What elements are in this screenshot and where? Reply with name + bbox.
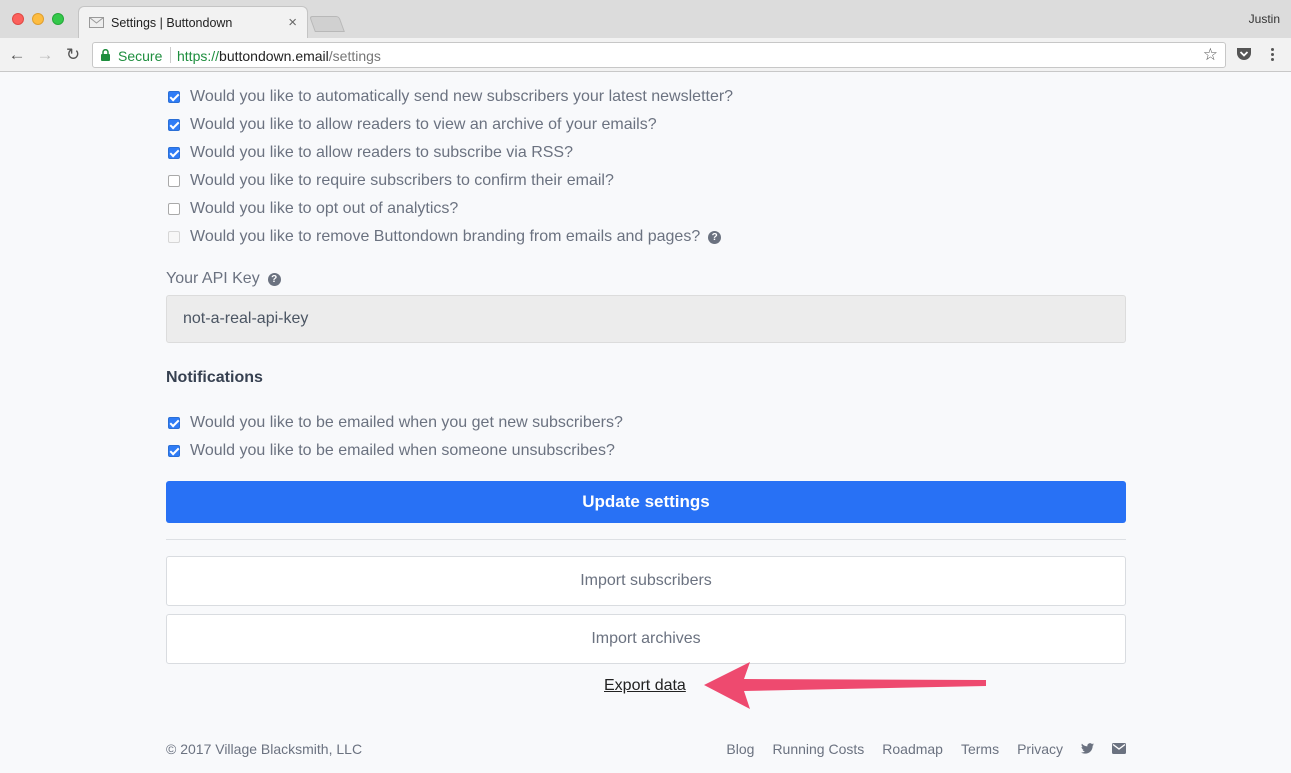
back-arrow-icon[interactable]: ←	[6, 44, 28, 66]
browser-tab-bar: Settings | Buttondown × Justin	[0, 0, 1291, 38]
notification-unsubscribes[interactable]: Would you like to be emailed when someon…	[166, 440, 615, 462]
url-text[interactable]: https://buttondown.email/settings	[177, 48, 381, 64]
footer-link-roadmap[interactable]: Roadmap	[882, 741, 943, 757]
footer-link-terms[interactable]: Terms	[961, 741, 999, 757]
mail-favicon-icon	[89, 17, 104, 28]
setting-label: Would you like to require subscribers to…	[190, 172, 614, 189]
footer-link-blog[interactable]: Blog	[726, 741, 754, 757]
setting-label: Would you like to allow readers to subsc…	[190, 144, 573, 161]
close-window-button[interactable]	[12, 13, 24, 25]
checkbox-new-subscribers[interactable]	[168, 417, 180, 429]
close-icon[interactable]: ×	[288, 14, 297, 31]
url-scheme: https://	[177, 48, 220, 64]
setting-opt-out-analytics[interactable]: Would you like to opt out of analytics?	[166, 198, 458, 220]
help-icon[interactable]: ?	[267, 273, 281, 286]
pocket-icon[interactable]	[1236, 47, 1252, 62]
checkbox-confirm-email[interactable]	[168, 175, 180, 187]
browser-tab[interactable]: Settings | Buttondown ×	[78, 6, 308, 38]
setting-label: Would you like to automatically send new…	[190, 88, 734, 105]
checkbox-rss[interactable]	[168, 147, 180, 159]
footer-links: Blog Running Costs Roadmap Terms Privacy	[708, 739, 1126, 759]
setting-auto-send-latest[interactable]: Would you like to automatically send new…	[166, 86, 733, 108]
import-archives-button[interactable]: Import archives	[166, 614, 1126, 664]
forward-arrow-icon[interactable]: →	[34, 44, 56, 66]
notification-label: Would you like to be emailed when someon…	[190, 442, 615, 459]
checkbox-archive-view[interactable]	[168, 119, 180, 131]
setting-rss[interactable]: Would you like to allow readers to subsc…	[166, 142, 573, 164]
notification-label: Would you like to be emailed when you ge…	[190, 414, 623, 431]
checkbox-unsubscribes[interactable]	[168, 445, 180, 457]
annotation-arrow	[704, 662, 986, 709]
address-bar[interactable]: Secure https://buttondown.email/settings…	[92, 42, 1226, 68]
browser-toolbar: ← → ↻ Secure https://buttondown.email/se…	[0, 38, 1291, 72]
divider	[166, 539, 1126, 540]
setting-label: Would you like to remove Buttondown bran…	[190, 228, 701, 245]
footer-link-privacy[interactable]: Privacy	[1017, 741, 1063, 757]
lock-icon	[101, 49, 110, 61]
import-subscribers-button[interactable]: Import subscribers	[166, 556, 1126, 606]
footer: © 2017 Village Blacksmith, LLC Blog Runn…	[166, 739, 1126, 759]
setting-label: Would you like to allow readers to view …	[190, 116, 657, 133]
api-key-label-text: Your API Key	[166, 270, 260, 287]
notification-new-subscribers[interactable]: Would you like to be emailed when you ge…	[166, 412, 623, 434]
copyright: © 2017 Village Blacksmith, LLC	[166, 741, 363, 757]
setting-label: Would you like to opt out of analytics?	[190, 200, 459, 217]
url-host: buttondown.email	[219, 48, 329, 64]
checkbox-opt-out-analytics[interactable]	[168, 203, 180, 215]
setting-archive-view[interactable]: Would you like to allow readers to view …	[166, 114, 657, 136]
api-key-field[interactable]: not-a-real-api-key	[166, 295, 1126, 343]
address-separator	[170, 47, 171, 63]
reload-icon[interactable]: ↻	[62, 44, 84, 66]
tab-title: Settings | Buttondown	[111, 16, 233, 30]
profile-name[interactable]: Justin	[1249, 12, 1280, 26]
update-settings-button[interactable]: Update settings	[166, 481, 1126, 523]
help-icon[interactable]: ?	[708, 230, 722, 244]
url-path: /settings	[328, 48, 381, 64]
footer-link-running-costs[interactable]: Running Costs	[772, 741, 864, 757]
setting-confirm-email[interactable]: Would you like to require subscribers to…	[166, 170, 614, 192]
twitter-icon[interactable]	[1081, 741, 1094, 757]
zoom-window-button[interactable]	[52, 13, 64, 25]
star-icon[interactable]: ☆	[1203, 45, 1218, 65]
new-tab-button[interactable]	[309, 16, 345, 32]
minimize-window-button[interactable]	[32, 13, 44, 25]
annotation-arrow-shape	[704, 662, 986, 709]
secure-label: Secure	[118, 48, 163, 64]
email-icon[interactable]	[1112, 741, 1126, 757]
api-key-label: Your API Key?	[166, 270, 281, 288]
more-vert-icon[interactable]	[1266, 46, 1278, 64]
checkbox-auto-send-latest[interactable]	[168, 91, 180, 103]
checkbox-remove-branding	[168, 231, 180, 243]
export-data-link[interactable]: Export data	[604, 677, 686, 695]
notifications-heading: Notifications	[166, 369, 263, 386]
setting-remove-branding: Would you like to remove Buttondown bran…	[166, 226, 722, 248]
